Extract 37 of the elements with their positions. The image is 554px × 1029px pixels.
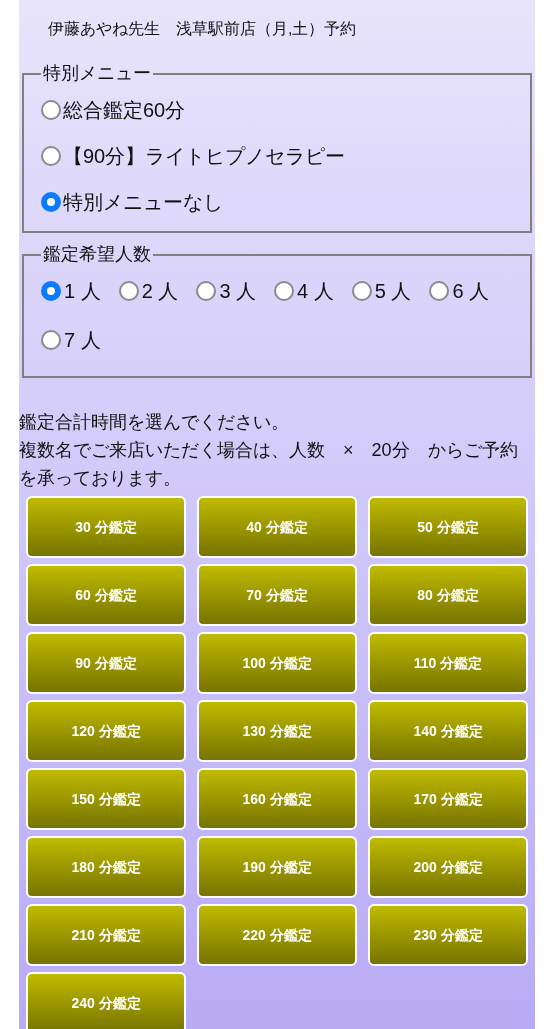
radio-option[interactable]: 5 人 bbox=[351, 268, 412, 314]
duration-button[interactable]: 40 分鑑定 bbox=[197, 496, 357, 558]
radio-option[interactable]: 4 人 bbox=[274, 268, 334, 314]
instruction-text: 鑑定合計時間を選んでください。 bbox=[19, 411, 290, 434]
radio-option[interactable]: 特別メニューなし bbox=[41, 179, 522, 225]
radio-option[interactable]: 【90分】ライトヒプノセラピー bbox=[41, 133, 522, 179]
fieldset-legend: 特別メニュー bbox=[41, 60, 153, 87]
radio-option[interactable]: 3 人 bbox=[196, 268, 257, 314]
duration-button[interactable]: 200 分鑑定 bbox=[368, 836, 528, 898]
duration-button[interactable]: 120 分鑑定 bbox=[26, 700, 186, 762]
duration-button[interactable]: 210 分鑑定 bbox=[26, 904, 186, 966]
duration-button[interactable]: 150 分鑑定 bbox=[26, 768, 186, 830]
duration-button[interactable]: 170 分鑑定 bbox=[368, 768, 528, 830]
duration-button[interactable]: 70 分鑑定 bbox=[197, 564, 357, 626]
duration-button[interactable]: 230 分鑑定 bbox=[368, 904, 528, 966]
fieldset-legend: 鑑定希望人数 bbox=[41, 241, 153, 268]
duration-button[interactable]: 80 分鑑定 bbox=[368, 564, 528, 626]
duration-button[interactable]: 240 分鑑定 bbox=[26, 972, 186, 1029]
duration-button[interactable]: 110 分鑑定 bbox=[368, 632, 528, 694]
duration-button[interactable]: 140 分鑑定 bbox=[368, 700, 528, 762]
instruction-text: 複数名でご来店いただく場合は、人数 × 20分 からご予約を承っております。 bbox=[19, 439, 519, 490]
page-title: 伊藤あやね先生 浅草駅前店（月,土）予約 bbox=[47, 19, 358, 39]
duration-button[interactable]: 220 分鑑定 bbox=[197, 904, 357, 966]
radio-option[interactable]: 2 人 bbox=[118, 268, 179, 314]
duration-button[interactable]: 180 分鑑定 bbox=[26, 836, 186, 898]
duration-button[interactable]: 50 分鑑定 bbox=[368, 496, 528, 558]
radio-option[interactable]: 総合鑑定60分 bbox=[41, 87, 522, 133]
duration-button[interactable]: 160 分鑑定 bbox=[197, 768, 357, 830]
radio-option[interactable]: 7 人 bbox=[41, 317, 101, 363]
radio-option[interactable]: 1 人 bbox=[41, 268, 101, 314]
duration-button[interactable]: 130 分鑑定 bbox=[197, 700, 357, 762]
radio-option[interactable]: 6 人 bbox=[429, 268, 490, 314]
duration-button[interactable]: 100 分鑑定 bbox=[197, 632, 357, 694]
duration-button[interactable]: 30 分鑑定 bbox=[26, 496, 186, 558]
duration-button[interactable]: 90 分鑑定 bbox=[26, 632, 186, 694]
duration-button[interactable]: 190 分鑑定 bbox=[197, 836, 357, 898]
duration-button[interactable]: 60 分鑑定 bbox=[26, 564, 186, 626]
